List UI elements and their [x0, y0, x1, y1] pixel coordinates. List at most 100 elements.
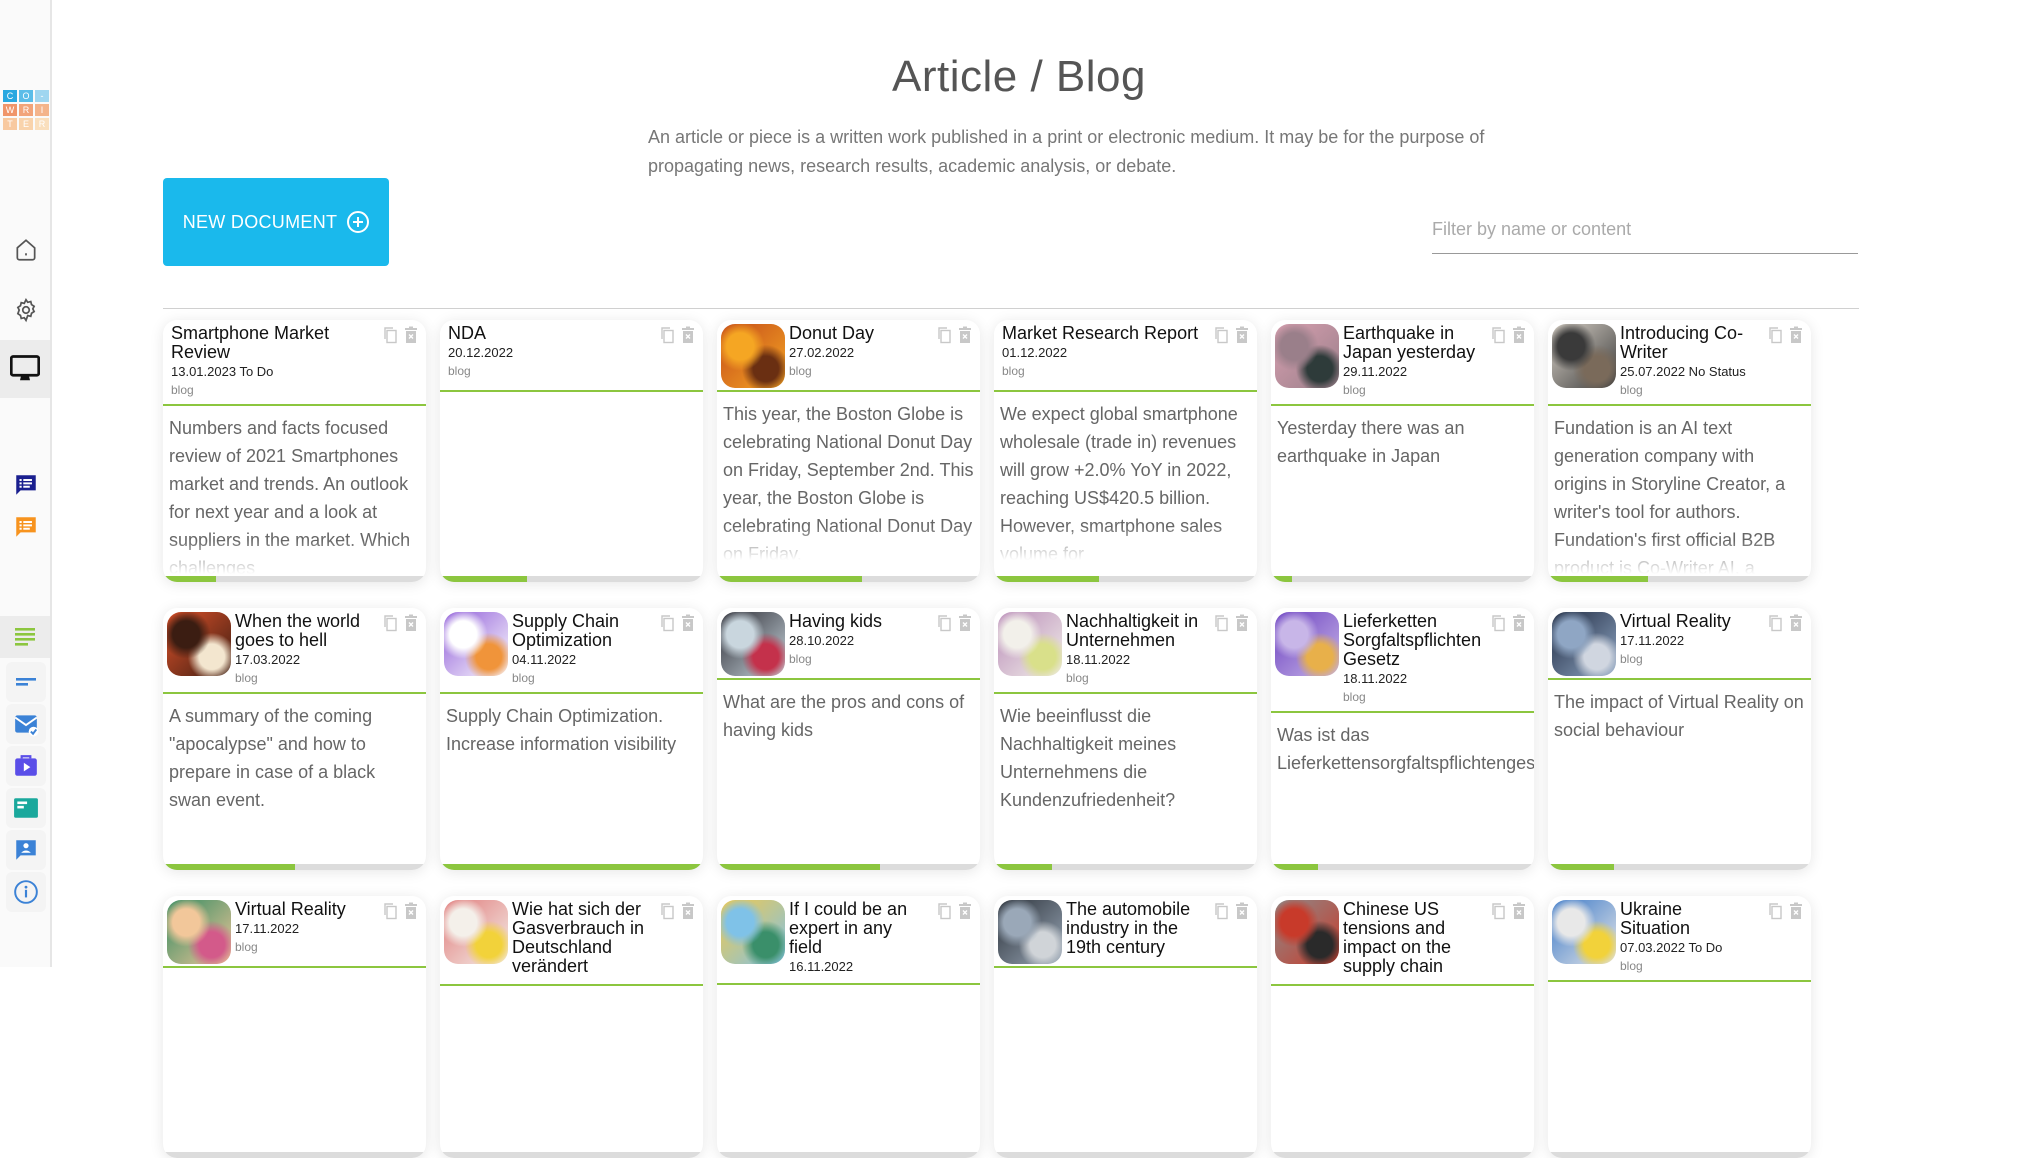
document-card[interactable]: When the world goes to hell 17.03.2022 b…: [163, 608, 426, 870]
document-card[interactable]: Wie hat sich der Gasverbrauch in Deutsch…: [440, 896, 703, 1158]
trash-icon[interactable]: [1235, 614, 1249, 637]
copy-icon[interactable]: [1767, 326, 1783, 349]
document-title[interactable]: Introducing Co-Writer: [1620, 324, 1753, 362]
trash-icon[interactable]: [1789, 326, 1803, 349]
document-title[interactable]: Earthquake in Japan yesterday: [1343, 324, 1476, 362]
document-excerpt: [1271, 986, 1534, 1154]
document-title[interactable]: Lieferketten Sorgfaltspflichten Gesetz: [1343, 612, 1481, 669]
person-chat-icon: [13, 837, 39, 863]
document-card[interactable]: The automobile industry in the 19th cent…: [994, 896, 1257, 1158]
document-card[interactable]: Nachhaltigkeit in Unternehmen 18.11.2022…: [994, 608, 1257, 870]
copy-icon[interactable]: [1213, 902, 1229, 925]
document-title[interactable]: Virtual Reality: [235, 900, 368, 919]
card-header: The automobile industry in the 19th cent…: [994, 896, 1257, 968]
trash-icon[interactable]: [681, 902, 695, 925]
document-excerpt: Was ist das Lieferkettensorgfaltspflicht…: [1277, 725, 1534, 773]
document-card[interactable]: Lieferketten Sorgfaltspflichten Gesetz 1…: [1271, 608, 1534, 870]
document-card[interactable]: Market Research Report 01.12.2022 blog We…: [994, 320, 1257, 582]
trash-icon[interactable]: [1512, 614, 1526, 637]
copy-icon[interactable]: [1490, 902, 1506, 925]
document-date-status: 01.12.2022: [1002, 345, 1068, 360]
sidebar-item-video[interactable]: [6, 746, 46, 786]
trash-icon[interactable]: [404, 326, 418, 349]
trash-icon[interactable]: [681, 614, 695, 637]
document-card[interactable]: Virtual Reality 17.11.2022 blog The impac…: [1548, 608, 1811, 870]
copy-icon[interactable]: [936, 902, 952, 925]
document-title[interactable]: Nachhaltigkeit in Unternehmen: [1066, 612, 1199, 650]
trash-icon[interactable]: [958, 614, 972, 637]
trash-icon[interactable]: [1235, 326, 1249, 349]
document-title[interactable]: Having kids: [789, 612, 922, 631]
sidebar-item-home[interactable]: [6, 230, 46, 270]
document-card[interactable]: Smartphone Market Review 13.01.2023 To D…: [163, 320, 426, 582]
page-description: An article or piece is a written work pu…: [648, 127, 1485, 176]
document-title[interactable]: Ukraine Situation: [1620, 900, 1753, 938]
document-title[interactable]: Supply Chain Optimization: [512, 612, 645, 650]
document-thumbnail: [721, 900, 785, 964]
card-header: Having kids 28.10.2022 blog: [717, 608, 980, 680]
filter-input[interactable]: [1432, 206, 1858, 254]
document-title[interactable]: When the world goes to hell: [235, 612, 368, 650]
trash-icon[interactable]: [1512, 902, 1526, 925]
trash-icon[interactable]: [1789, 902, 1803, 925]
trash-icon[interactable]: [404, 902, 418, 925]
trash-icon[interactable]: [1235, 902, 1249, 925]
document-card[interactable]: Introducing Co-Writer 25.07.2022 No Stat…: [1548, 320, 1811, 582]
card-actions: [659, 326, 695, 349]
copy-icon[interactable]: [382, 902, 398, 925]
document-card[interactable]: Having kids 28.10.2022 blog What are the …: [717, 608, 980, 870]
document-type: blog: [235, 940, 258, 954]
document-title[interactable]: Chinese US tensions and impact on the su…: [1343, 900, 1476, 976]
sidebar-item-info[interactable]: [6, 872, 46, 912]
copy-icon[interactable]: [382, 326, 398, 349]
trash-icon[interactable]: [958, 902, 972, 925]
trash-icon[interactable]: [681, 326, 695, 349]
document-title[interactable]: The automobile industry in the 19th cent…: [1066, 900, 1199, 957]
document-card[interactable]: Ukraine Situation 07.03.2022 To Do blog: [1548, 896, 1811, 1158]
sidebar-item-settings[interactable]: [6, 290, 46, 330]
sidebar-item-chat-list-dark[interactable]: [6, 465, 46, 505]
copy-icon[interactable]: [659, 902, 675, 925]
trash-icon[interactable]: [404, 614, 418, 637]
copy-icon[interactable]: [1213, 614, 1229, 637]
copy-icon[interactable]: [936, 326, 952, 349]
sidebar-item-ad[interactable]: [6, 788, 46, 828]
document-card[interactable]: If I could be an expert in any field 16.…: [717, 896, 980, 1158]
document-card[interactable]: Virtual Reality 17.11.2022 blog: [163, 896, 426, 1158]
document-title[interactable]: Wie hat sich der Gasverbrauch in Deutsch…: [512, 900, 645, 976]
sidebar-item-profile[interactable]: [6, 830, 46, 870]
sidebar-item-email[interactable]: [6, 704, 46, 744]
document-type: blog: [235, 671, 258, 685]
document-title[interactable]: NDA: [448, 324, 645, 343]
document-card[interactable]: Chinese US tensions and impact on the su…: [1271, 896, 1534, 1158]
trash-icon[interactable]: [958, 326, 972, 349]
copy-icon[interactable]: [1767, 902, 1783, 925]
document-title[interactable]: If I could be an expert in any field: [789, 900, 922, 957]
new-document-button[interactable]: NEW DOCUMENT: [163, 178, 389, 266]
copy-icon[interactable]: [1490, 614, 1506, 637]
card-header: Virtual Reality 17.11.2022 blog: [1548, 608, 1811, 680]
copy-icon[interactable]: [659, 614, 675, 637]
document-card[interactable]: Supply Chain Optimization 04.11.2022 blo…: [440, 608, 703, 870]
copy-icon[interactable]: [382, 614, 398, 637]
sidebar-item-article[interactable]: [0, 616, 50, 658]
document-title[interactable]: Smartphone Market Review: [171, 324, 368, 362]
trash-icon[interactable]: [1789, 614, 1803, 637]
new-document-label: NEW DOCUMENT: [182, 211, 338, 232]
sidebar-item-documents[interactable]: [0, 340, 50, 398]
copy-icon[interactable]: [1490, 326, 1506, 349]
copy-icon[interactable]: [1213, 326, 1229, 349]
trash-icon[interactable]: [1512, 326, 1526, 349]
copy-icon[interactable]: [659, 326, 675, 349]
logo-letter: R: [35, 118, 49, 130]
sidebar-item-short-text[interactable]: [6, 662, 46, 702]
document-card[interactable]: NDA 20.12.2022 blog: [440, 320, 703, 582]
document-title[interactable]: Market Research Report: [1002, 324, 1199, 343]
sidebar-item-chat-list-orange[interactable]: [6, 507, 46, 547]
document-title[interactable]: Donut Day: [789, 324, 922, 343]
document-title[interactable]: Virtual Reality: [1620, 612, 1753, 631]
copy-icon[interactable]: [1767, 614, 1783, 637]
document-card[interactable]: Donut Day 27.02.2022 blog This year, the …: [717, 320, 980, 582]
copy-icon[interactable]: [936, 614, 952, 637]
document-card[interactable]: Earthquake in Japan yesterday 29.11.2022…: [1271, 320, 1534, 582]
